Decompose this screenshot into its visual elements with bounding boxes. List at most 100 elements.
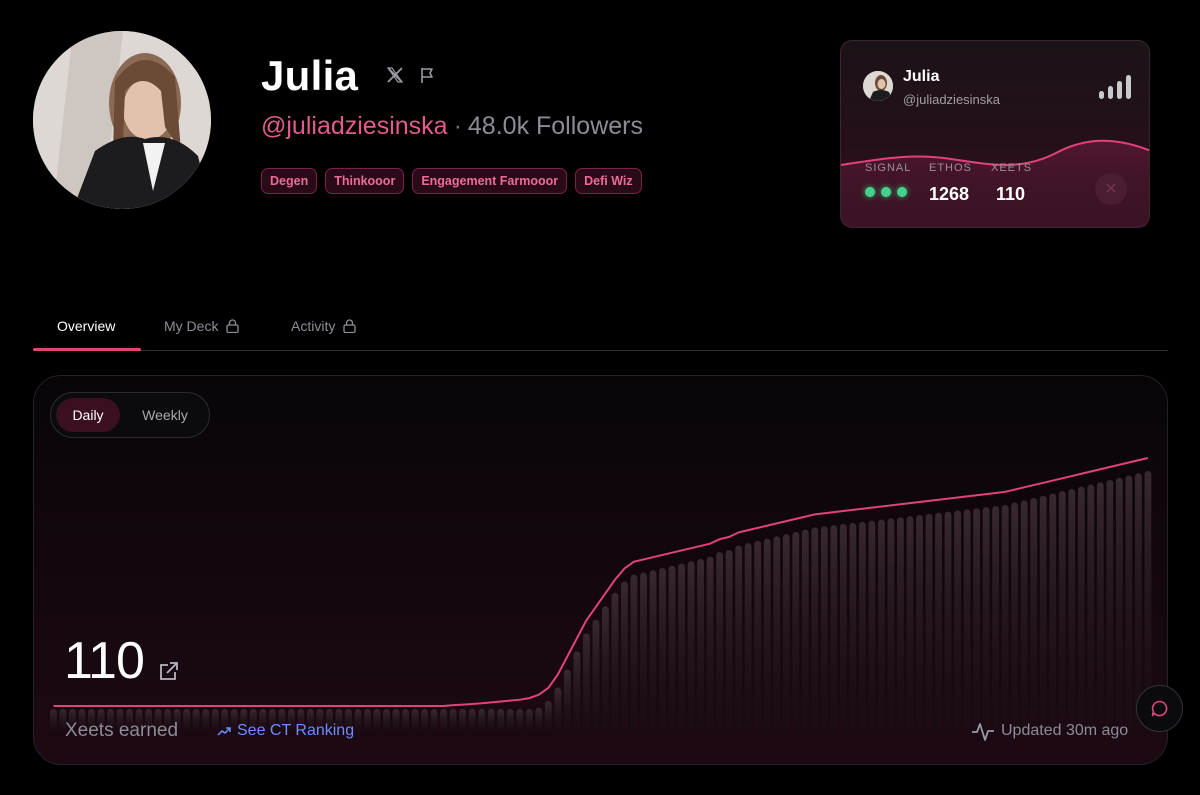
chart-bar — [1125, 475, 1133, 731]
chart-bar — [1011, 502, 1019, 731]
chart-bar — [1030, 498, 1038, 731]
chart-bar — [906, 516, 914, 731]
chart-bar — [497, 709, 505, 731]
chart-bar — [868, 520, 876, 731]
chart-bar — [982, 507, 990, 731]
tag-badge: Engagement Farmooor — [412, 168, 568, 194]
chart-bar — [487, 709, 495, 731]
daily-toggle-button[interactable]: Daily — [56, 398, 120, 432]
active-tab-indicator — [33, 348, 141, 351]
chart-bar — [554, 687, 562, 731]
chart-bar — [478, 709, 486, 731]
weekly-toggle-button[interactable]: Weekly — [129, 398, 201, 432]
chart-bar — [782, 534, 790, 731]
chart-bar — [754, 540, 762, 731]
tab-label: Activity — [291, 318, 336, 334]
chart-bar — [411, 709, 419, 731]
chart-bar — [192, 709, 200, 731]
chart-bar — [792, 531, 800, 731]
chart-bar — [582, 633, 590, 731]
chart-bar — [678, 563, 685, 731]
profile-name: Julia — [261, 52, 359, 99]
chart-bar — [535, 707, 543, 731]
profile-card[interactable]: Julia @juliadziesinska SIGNAL ETHOS XEET… — [840, 40, 1150, 228]
chart-bar — [630, 574, 638, 731]
chart-bar — [525, 709, 533, 731]
profile-tags: Degen Thinkooor Engagement Farmooor Defi… — [261, 168, 642, 194]
chart-bar — [687, 561, 695, 731]
chart-bar — [202, 709, 210, 731]
chat-button[interactable] — [1136, 685, 1183, 732]
external-link-icon[interactable] — [158, 660, 180, 682]
chart-bar — [611, 592, 619, 731]
card-name: Julia — [903, 68, 940, 85]
chat-bubble-icon — [1151, 700, 1168, 717]
chart-bar — [544, 700, 552, 731]
flag-icon[interactable] — [417, 65, 437, 85]
chart-bar — [839, 523, 847, 731]
signal-dot — [865, 187, 875, 197]
chart-bar — [468, 709, 476, 731]
signal-dot — [881, 187, 891, 197]
chart-bar — [858, 521, 866, 731]
chart-bar — [50, 709, 57, 731]
chart-bar — [516, 709, 524, 731]
brand-logo-icon: ✕ — [1095, 173, 1127, 205]
tab-bar: Overview My Deck Activity — [33, 303, 1168, 351]
xeets-chart — [50, 457, 1152, 731]
tab-activity[interactable]: Activity — [291, 318, 356, 334]
chart-bar — [954, 510, 961, 731]
trend-up-icon — [217, 727, 231, 736]
chart-bar — [1115, 477, 1123, 731]
chart-bar — [849, 522, 857, 731]
tab-label: My Deck — [164, 318, 219, 334]
chart-bar — [1001, 504, 1009, 731]
chart-bar — [592, 619, 600, 731]
chart-bar — [1077, 486, 1085, 731]
chart-bar — [1096, 482, 1104, 731]
chart-bar — [649, 570, 657, 731]
ranking-link-label: See CT Ranking — [237, 722, 355, 739]
pulse-icon — [972, 723, 994, 741]
tab-my-deck[interactable]: My Deck — [164, 318, 240, 334]
chart-bar — [763, 538, 771, 731]
updated-text: Updated 30m ago — [1001, 722, 1129, 739]
chart-bar — [878, 519, 885, 731]
card-handle: @juliadziesinska — [903, 92, 1001, 107]
chart-bar — [640, 572, 647, 731]
chart-bar — [897, 517, 904, 731]
tag-badge: Degen — [261, 168, 318, 194]
chart-bar — [659, 567, 666, 731]
chart-bar — [820, 526, 828, 731]
chart-bar — [973, 508, 981, 731]
chart-bar — [716, 552, 724, 731]
signal-dot — [897, 187, 907, 197]
chart-bar — [1020, 500, 1028, 731]
xeets-earned-label: Xeets earned — [65, 720, 179, 741]
x-logo-icon[interactable] — [385, 65, 405, 85]
chart-bar — [944, 511, 952, 731]
chart-bar — [459, 709, 467, 731]
chart-bar — [354, 709, 362, 731]
chart-bar — [725, 549, 733, 731]
tab-overview[interactable]: Overview — [57, 318, 115, 334]
chart-bar — [563, 669, 571, 731]
chart-bar — [935, 512, 942, 731]
chart-bar — [392, 709, 400, 731]
ct-ranking-link[interactable]: See CT Ranking — [217, 722, 354, 740]
chart-bar — [706, 556, 714, 731]
profile-handle[interactable]: @juliadziesinska — [261, 112, 448, 140]
chart-bar — [402, 709, 409, 731]
chart-bar — [364, 709, 371, 731]
chart-bar — [1068, 489, 1076, 731]
chart-bar — [373, 709, 381, 731]
chart-bar — [916, 514, 923, 731]
chart-bar — [1106, 480, 1114, 731]
chart-bar — [773, 536, 781, 731]
chart-bar — [1087, 484, 1095, 731]
chart-bar — [830, 525, 838, 731]
separator-dot: · — [453, 112, 462, 140]
chart-bar — [1058, 491, 1066, 731]
chart-bar — [963, 509, 971, 731]
signal-label: SIGNAL — [865, 162, 912, 174]
